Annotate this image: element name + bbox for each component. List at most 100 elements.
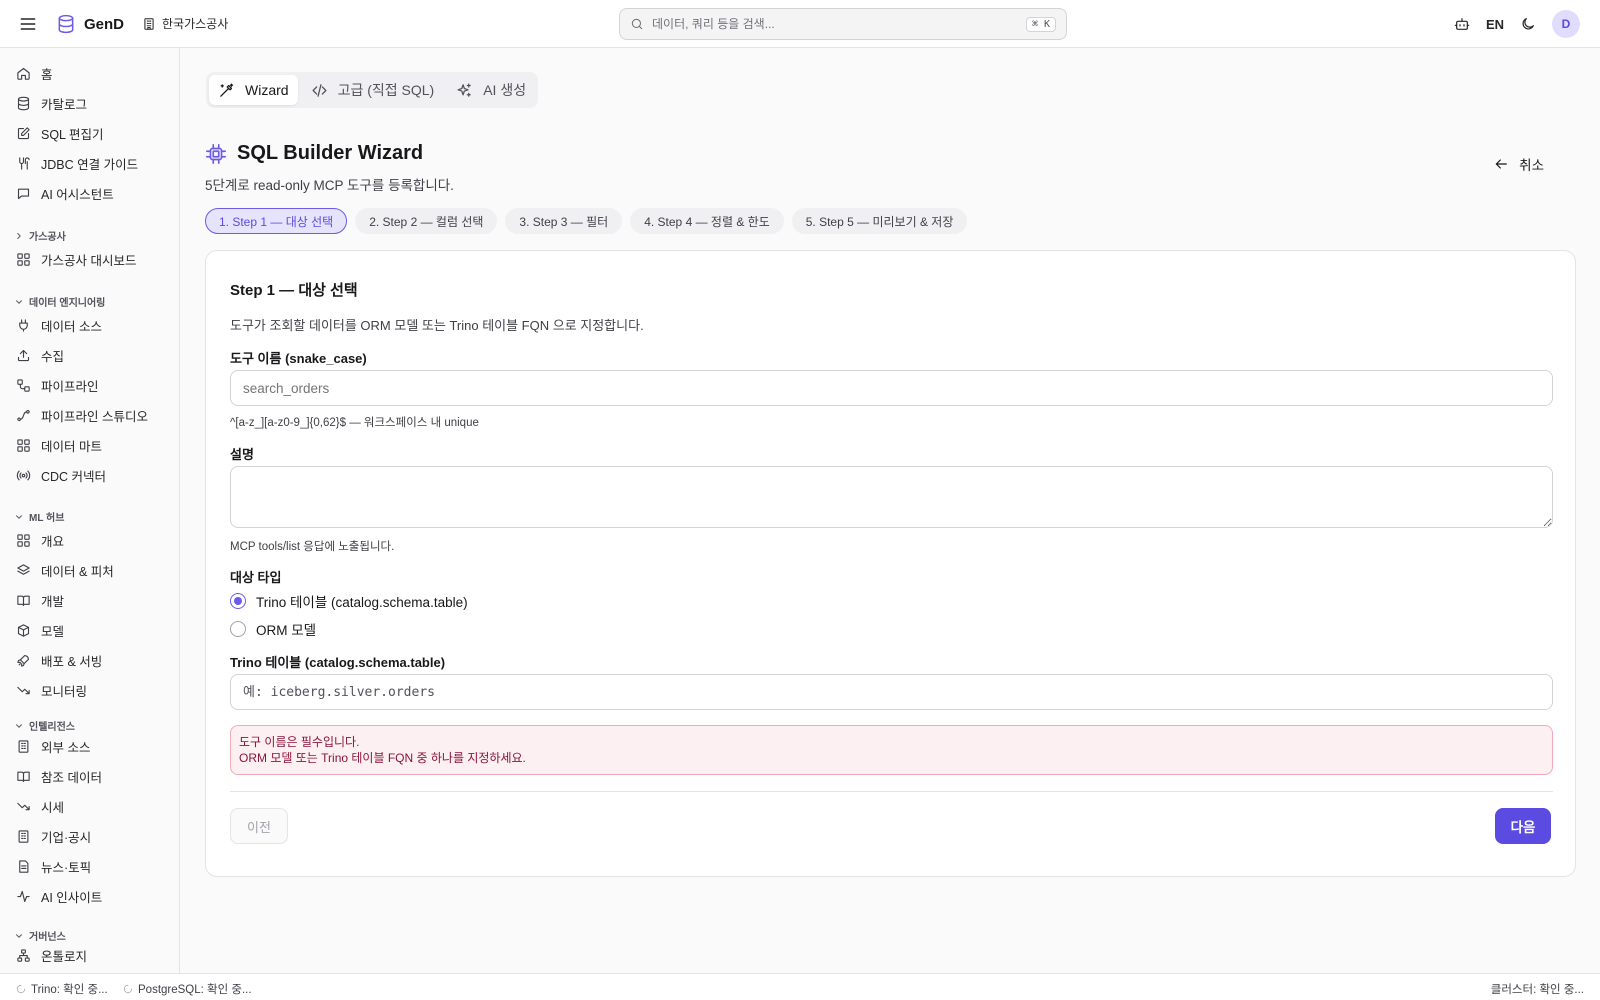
- sidebar-item-external-source[interactable]: 외부 소스: [16, 735, 90, 757]
- edit-icon: [16, 126, 31, 141]
- tool-name-input[interactable]: [230, 370, 1553, 406]
- tool-name-hint: ^[a-z_][a-z0-9_]{0,62}$ — 워크스페이스 내 uniqu…: [230, 417, 479, 429]
- sidebar-item-cdc-connector[interactable]: CDC 커넥터: [16, 464, 106, 486]
- card-title: Step 1 — 대상 선택: [230, 282, 358, 299]
- box-icon: [16, 623, 31, 638]
- trino-table-label: Trino 테이블 (catalog.schema.table): [230, 655, 446, 670]
- radio-trino-table[interactable]: Trino 테이블 (catalog.schema.table): [230, 591, 468, 611]
- moon-icon[interactable]: [1520, 16, 1536, 32]
- step-2[interactable]: 2. Step 2 — 컬럼 선택: [355, 208, 498, 234]
- sidebar-item-label: 수집: [41, 349, 65, 364]
- sidebar-item-sql-editor[interactable]: SQL 편집기: [16, 122, 104, 144]
- sidebar-item-label: 파이프라인: [41, 379, 99, 394]
- sidebar-item-ai-assistant[interactable]: AI 어시스턴트: [16, 182, 114, 204]
- search-input[interactable]: [652, 17, 1018, 31]
- cancel-button[interactable]: 취소: [1493, 154, 1544, 174]
- workflow-icon: [16, 378, 31, 393]
- sidebar-item-label: 배포 & 서빙: [41, 654, 103, 669]
- status-cluster: 클러스터: 확인 중...: [1491, 981, 1584, 997]
- sidebar-item-gas-dashboard[interactable]: 가스공사 대시보드: [16, 248, 136, 270]
- prev-button[interactable]: 이전: [230, 808, 288, 844]
- radio-button[interactable]: [230, 621, 246, 637]
- sidebar-item-label: 시세: [41, 800, 65, 815]
- tool-name-label: 도구 이름 (snake_case): [230, 351, 367, 366]
- radio-button[interactable]: [230, 593, 246, 609]
- chevron-down-icon: [14, 297, 24, 307]
- sidebar-item-reference-data[interactable]: 참조 데이터: [16, 765, 102, 787]
- sidebar-item-data-source[interactable]: 데이터 소스: [16, 314, 102, 336]
- sidebar-item-data-mart[interactable]: 데이터 마트: [16, 434, 102, 456]
- main-content: Wizard 고급 (직접 SQL) AI 생성 SQL Builder Wiz…: [181, 48, 1600, 973]
- sidebar-item-overview[interactable]: 개요: [16, 529, 64, 551]
- link-icon: [16, 156, 31, 171]
- sparkles-icon: [456, 82, 473, 99]
- error-message: ORM 모델 또는 Trino 테이블 FQN 중 하나를 지정하세요.: [239, 751, 526, 765]
- status-bar: Trino: 확인 중... PostgreSQL: 확인 중... 클러스터:…: [0, 973, 1600, 1000]
- sidebar-item-label: AI 인사이트: [41, 890, 103, 905]
- sidebar-item-label: 파이프라인 스튜디오: [41, 409, 148, 424]
- org-switcher[interactable]: 한국가스공사: [142, 15, 228, 32]
- sidebar-item-ai-insight[interactable]: AI 인사이트: [16, 885, 102, 907]
- sidebar-item-catalog[interactable]: 카탈로그: [16, 92, 87, 114]
- search-shortcut: ⌘ K: [1025, 16, 1056, 32]
- sidebar-item-label: 모니터링: [41, 684, 88, 699]
- language-toggle[interactable]: EN: [1486, 17, 1504, 32]
- sidebar-item-company-disclosure[interactable]: 기업·공시: [16, 825, 91, 847]
- description-textarea[interactable]: [230, 466, 1553, 528]
- sidebar-item-develop[interactable]: 개발: [16, 589, 64, 611]
- sidebar-item-monitoring[interactable]: 모니터링: [16, 679, 87, 701]
- section-title: 거버넌스: [29, 932, 66, 943]
- radio-waves-icon: [16, 468, 31, 483]
- sidebar-item-ingest[interactable]: 수집: [16, 344, 64, 366]
- sidebar-item-label: 온톨로지: [41, 949, 88, 964]
- description-hint: MCP tools/list 응답에 노출됩니다.: [230, 541, 395, 553]
- section-ml-hub[interactable]: ML 허브: [14, 509, 64, 524]
- step-4[interactable]: 4. Step 4 — 정렬 & 한도: [630, 208, 784, 234]
- section-data-engineering[interactable]: 데이터 엔지니어링: [14, 294, 105, 309]
- tab-advanced-sql[interactable]: 고급 (직접 SQL): [302, 75, 444, 105]
- app-logo[interactable]: GenD: [56, 14, 124, 34]
- sidebar-item-label: 외부 소스: [41, 740, 91, 755]
- trino-table-input[interactable]: [230, 674, 1553, 710]
- sidebar-item-deploy-serving[interactable]: 배포 & 서빙: [16, 649, 102, 671]
- sidebar-item-home[interactable]: 홈: [16, 62, 53, 84]
- section-governance[interactable]: 거버넌스: [14, 928, 66, 943]
- step-1[interactable]: 1. Step 1 — 대상 선택: [205, 208, 348, 234]
- section-title: 가스공사: [29, 232, 66, 243]
- global-search[interactable]: ⌘ K: [619, 8, 1067, 40]
- section-gas-corp[interactable]: 가스공사: [14, 228, 66, 243]
- sidebar-item-data-features[interactable]: 데이터 & 피처: [16, 559, 114, 581]
- sidebar-item-model[interactable]: 모델: [16, 619, 64, 641]
- sidebar-item-label: 홈: [41, 67, 53, 82]
- sidebar-item-pipeline[interactable]: 파이프라인: [16, 374, 99, 396]
- sidebar-item-pipeline-studio[interactable]: 파이프라인 스튜디오: [16, 404, 148, 426]
- loader-icon: [123, 984, 133, 994]
- upload-icon: [16, 348, 31, 363]
- step-3[interactable]: 3. Step 3 — 필터: [505, 208, 623, 234]
- radio-orm-model[interactable]: ORM 모델: [230, 619, 316, 639]
- step-5[interactable]: 5. Step 5 — 미리보기 & 저장: [791, 208, 968, 234]
- sidebar-item-label: 개요: [41, 534, 65, 549]
- avatar[interactable]: D: [1552, 10, 1580, 38]
- target-type-label: 대상 타입: [230, 570, 282, 585]
- sidebar-item-label: JDBC 연결 가이드: [41, 157, 139, 172]
- next-button[interactable]: 다음: [1495, 808, 1551, 844]
- app-name: GenD: [84, 15, 125, 33]
- tab-wizard[interactable]: Wizard: [209, 75, 298, 105]
- divider: [230, 791, 1553, 792]
- sidebar-item-label: 데이터 마트: [41, 439, 102, 454]
- database-icon: [16, 96, 31, 111]
- top-bar: GenD 한국가스공사 ⌘ K EN D: [0, 0, 1600, 48]
- tab-ai-generate[interactable]: AI 생성: [447, 75, 535, 105]
- bot-icon[interactable]: [1454, 16, 1470, 32]
- tab-label: 고급 (직접 SQL): [337, 82, 435, 98]
- chat-icon: [16, 186, 31, 201]
- sidebar-item-market-price[interactable]: 시세: [16, 795, 64, 817]
- page-title: SQL Builder Wizard: [237, 142, 424, 164]
- page-subtitle: 5단계로 read-only MCP 도구를 등록합니다.: [205, 178, 454, 193]
- menu-icon[interactable]: [18, 14, 38, 34]
- sidebar-item-news-topic[interactable]: 뉴스·토픽: [16, 855, 91, 877]
- sidebar-item-ontology[interactable]: 온톨로지: [16, 944, 87, 966]
- sidebar-item-jdbc-guide[interactable]: JDBC 연결 가이드: [16, 152, 138, 174]
- section-intelligence[interactable]: 인텔리전스: [14, 718, 75, 733]
